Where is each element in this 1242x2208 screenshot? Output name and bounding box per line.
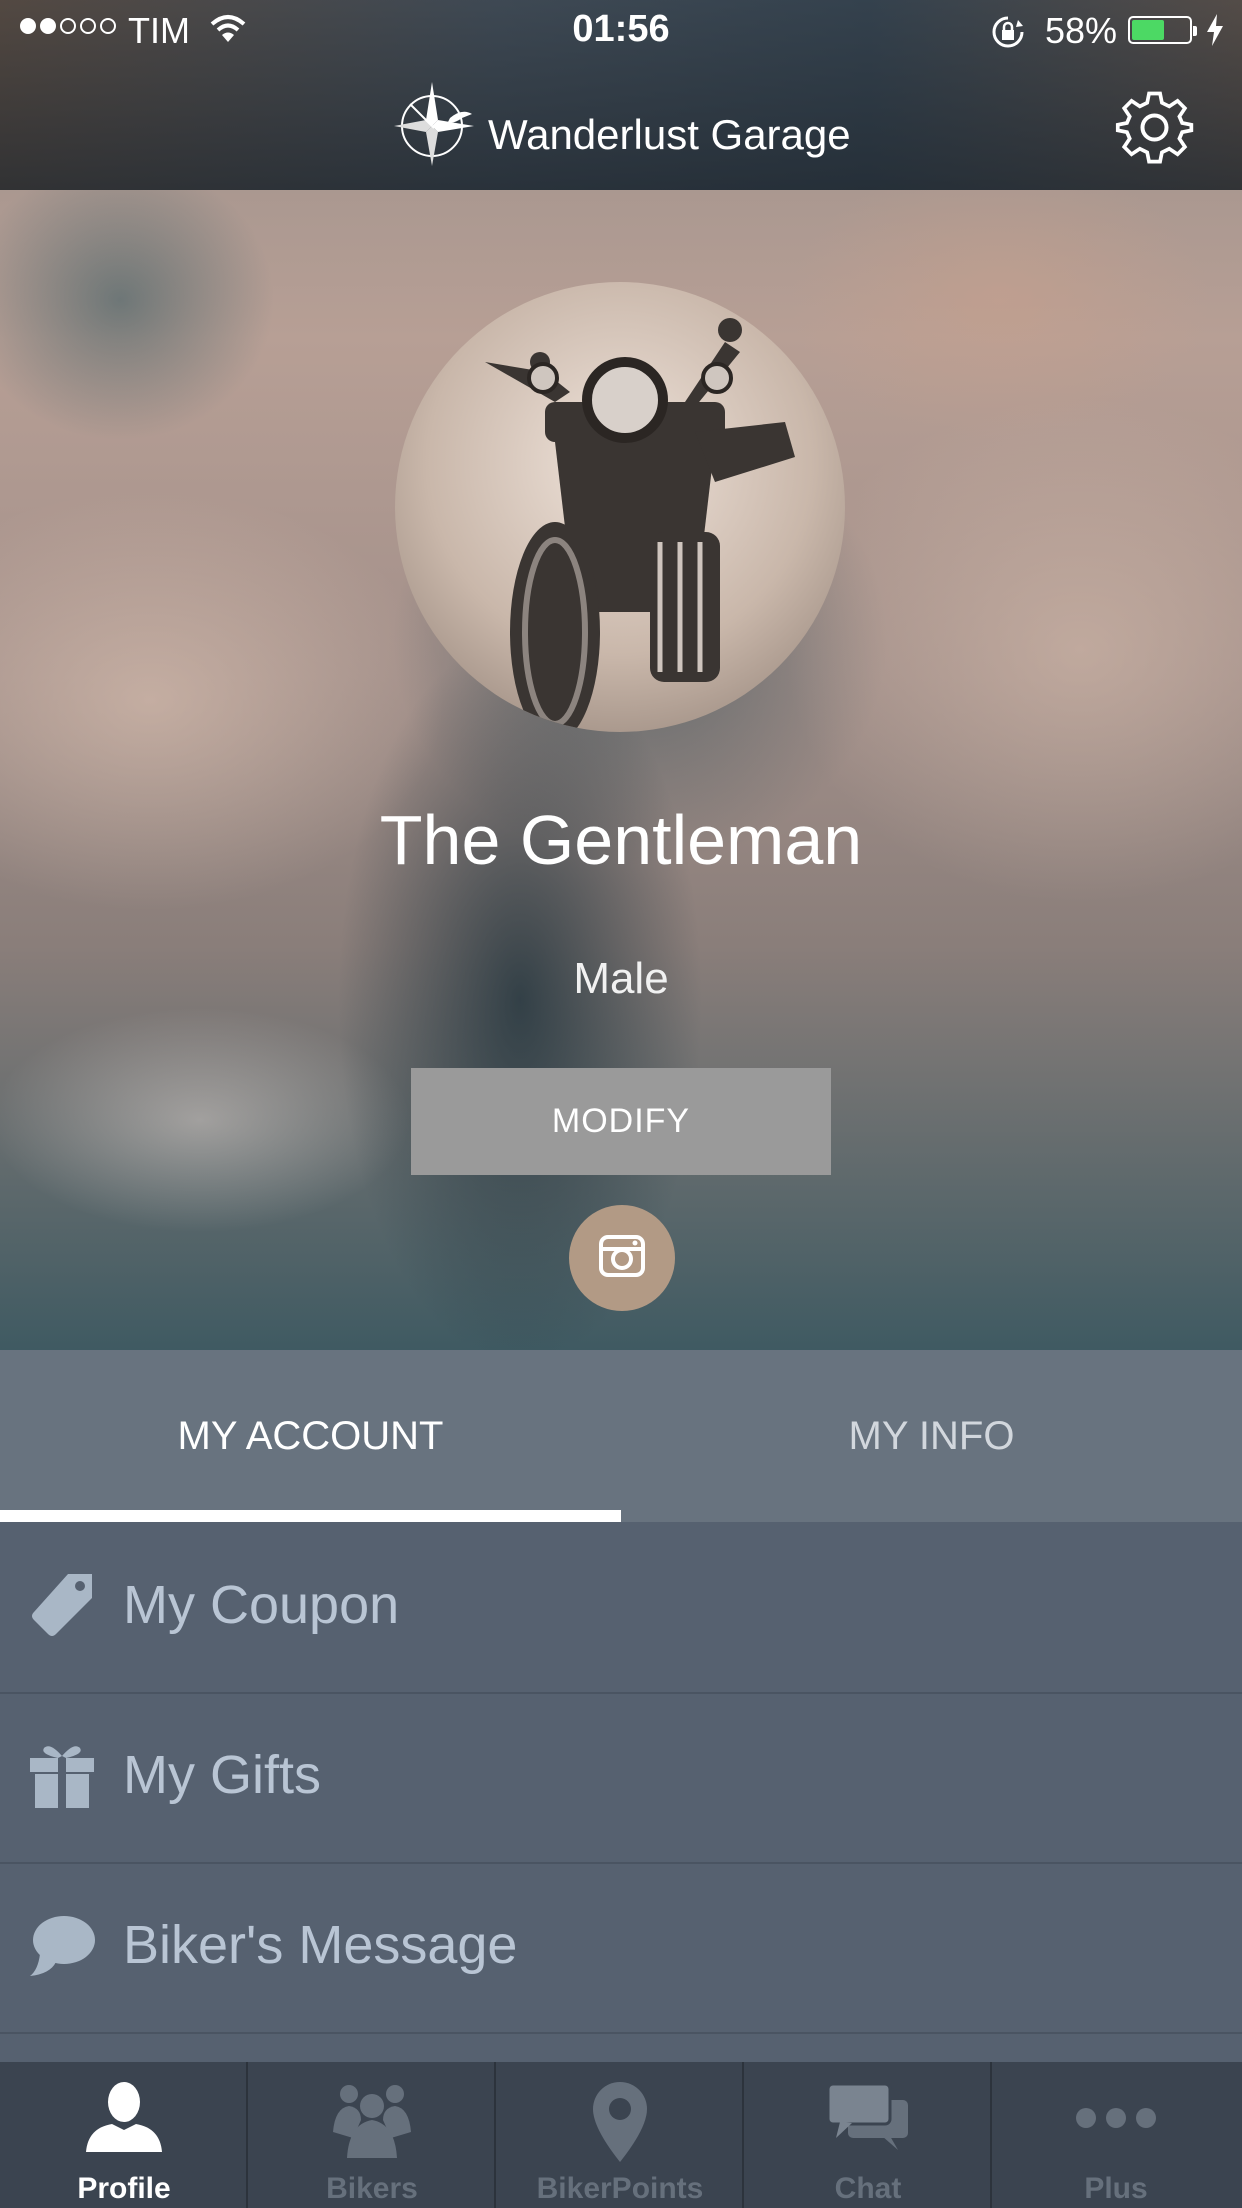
tabbar-item-bikerpoints[interactable]: BikerPoints (496, 2062, 744, 2208)
tabbar-label: Plus (1084, 2172, 1148, 2205)
modify-button[interactable]: MODIFY (411, 1068, 831, 1175)
menu-item-label: Biker's Message (123, 1915, 518, 1975)
tabbar-item-chat[interactable]: Chat (744, 2062, 992, 2208)
app-brand: Wanderlust Garage (390, 78, 851, 173)
location-pin-icon (496, 2080, 744, 2169)
status-bar: TIM 01:56 58% (0, 0, 1242, 60)
tabbar-divider (990, 2062, 992, 2208)
tab-my-info[interactable]: MY INFO (621, 1350, 1242, 1522)
account-menu-list: My Coupon My Gifts Biker's Message (0, 1522, 1242, 2062)
gear-icon[interactable] (1115, 88, 1195, 173)
group-icon (248, 2080, 496, 2165)
camera-icon (598, 1232, 646, 1285)
active-tab-indicator (0, 1510, 621, 1522)
tabbar-divider (742, 2062, 744, 2208)
menu-item-my-gifts[interactable]: My Gifts (0, 1692, 1242, 1864)
profile-avatar[interactable] (395, 282, 845, 732)
gift-icon (28, 1742, 96, 1810)
camera-button[interactable] (569, 1205, 675, 1311)
battery-percent: 58% (1045, 10, 1118, 51)
profile-gender: Male (573, 954, 669, 1003)
rotation-lock-icon (990, 14, 1026, 55)
profile-name: The Gentleman (379, 801, 863, 879)
motorcycle-photo (485, 318, 795, 732)
tabbar-item-bikers[interactable]: Bikers (248, 2062, 496, 2208)
tabbar-divider (494, 2062, 496, 2208)
tag-icon (28, 1572, 96, 1640)
tabbar-label: BikerPoints (536, 2172, 704, 2205)
battery-icon (1128, 16, 1197, 44)
account-tabs: MY ACCOUNT MY INFO (0, 1350, 1242, 1522)
more-dots-icon (992, 2080, 1240, 2159)
tab-my-account[interactable]: MY ACCOUNT (0, 1350, 621, 1522)
compass-rose-icon (390, 78, 480, 173)
menu-item-label: My Coupon (123, 1575, 400, 1635)
menu-item-my-coupon[interactable]: My Coupon (0, 1522, 1242, 1694)
menu-item-bikers-message[interactable]: Biker's Message (0, 1862, 1242, 2034)
top-bar: TIM 01:56 58% Wanderlust Garage (0, 0, 1242, 190)
bottom-tab-bar: Profile Bikers BikerPoints Chat Plus (0, 2062, 1242, 2208)
tabbar-label: Chat (834, 2172, 902, 2205)
tabbar-label: Bikers (326, 2172, 418, 2205)
chat-bubbles-icon (744, 2080, 992, 2159)
tabbar-divider (246, 2062, 248, 2208)
app-name: Wanderlust Garage (488, 110, 851, 158)
person-icon (0, 2080, 248, 2159)
menu-item-label: My Gifts (123, 1745, 321, 1805)
tabbar-label: Profile (77, 2172, 171, 2205)
charging-icon (1205, 14, 1225, 51)
speech-bubble-icon (28, 1912, 96, 1980)
tabbar-item-profile[interactable]: Profile (0, 2062, 248, 2208)
tabbar-item-plus[interactable]: Plus (992, 2062, 1242, 2208)
